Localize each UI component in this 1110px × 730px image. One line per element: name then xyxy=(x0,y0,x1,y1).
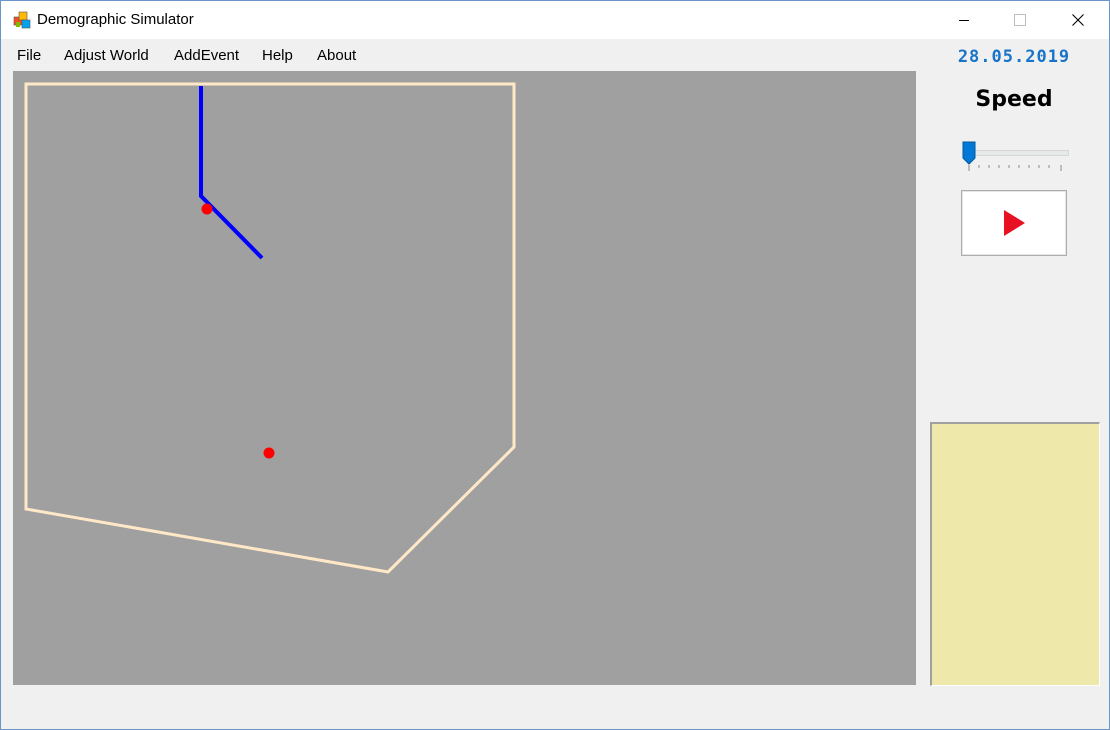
play-icon xyxy=(1004,210,1025,236)
world-map-canvas[interactable] xyxy=(13,71,916,685)
minimize-button[interactable] xyxy=(941,1,987,39)
window-title: Demographic Simulator xyxy=(37,11,194,28)
world-border xyxy=(24,82,516,574)
close-button[interactable] xyxy=(1055,1,1101,39)
slider-track xyxy=(969,150,1069,156)
close-icon xyxy=(1072,14,1084,26)
menu-add-event[interactable]: AddEvent xyxy=(174,47,239,64)
info-panel xyxy=(930,422,1100,686)
app-window: Demographic Simulator File Adjust World … xyxy=(0,0,1110,730)
minimize-icon xyxy=(959,20,969,21)
speed-label: Speed xyxy=(975,87,1053,112)
menu-about[interactable]: About xyxy=(317,47,356,64)
title-bar[interactable]: Demographic Simulator xyxy=(1,1,1109,39)
app-icon xyxy=(13,11,31,29)
road xyxy=(199,86,264,260)
menu-help[interactable]: Help xyxy=(262,47,293,64)
settlement-dot[interactable] xyxy=(263,447,275,459)
menu-bar: File Adjust World AddEvent Help About xyxy=(1,39,373,70)
maximize-button[interactable] xyxy=(997,1,1043,39)
menu-file[interactable]: File xyxy=(17,47,41,64)
maximize-icon xyxy=(1014,14,1026,26)
play-button[interactable] xyxy=(961,190,1067,256)
current-date: 28.05.2019 xyxy=(957,47,1071,67)
world-map-drawing xyxy=(24,82,516,574)
speed-slider[interactable] xyxy=(959,139,1071,175)
settlement-dot[interactable] xyxy=(201,203,213,215)
menu-adjust-world[interactable]: Adjust World xyxy=(64,47,149,64)
slider-thumb[interactable] xyxy=(962,141,976,165)
slider-ticks xyxy=(968,165,1062,171)
